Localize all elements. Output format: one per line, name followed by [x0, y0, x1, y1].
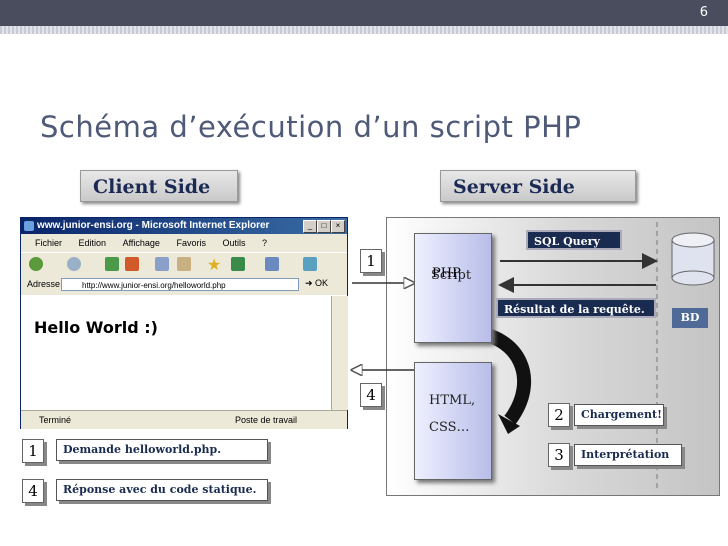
- legend-step-4-label: Réponse avec du code statique.: [56, 479, 268, 501]
- resultat-label: Résultat de la requête.: [496, 298, 656, 318]
- step-2-badge: 2: [548, 403, 570, 427]
- step-3-badge: 3: [548, 443, 570, 467]
- html-css-document: HTML, CSS…: [414, 362, 492, 480]
- sql-query-label: SQL Query: [526, 230, 622, 250]
- html-label: HTML,: [429, 393, 476, 408]
- interpretation-label: Interprétation: [574, 444, 682, 466]
- step-4-badge: 4: [360, 383, 382, 407]
- php-text: PHP: [432, 266, 461, 281]
- script-php-document: Script: [414, 233, 492, 343]
- css-label: CSS…: [429, 420, 470, 435]
- legend-step-1-badge: 1: [22, 439, 44, 463]
- bd-label: BD: [672, 308, 708, 328]
- legend-step-1-label: Demande helloworld.php.: [56, 439, 268, 461]
- chargement-label: Chargement!: [574, 404, 664, 426]
- database-icon: [671, 232, 715, 286]
- step-1-badge: 1: [360, 249, 382, 273]
- legend-step-4-badge: 4: [22, 479, 44, 503]
